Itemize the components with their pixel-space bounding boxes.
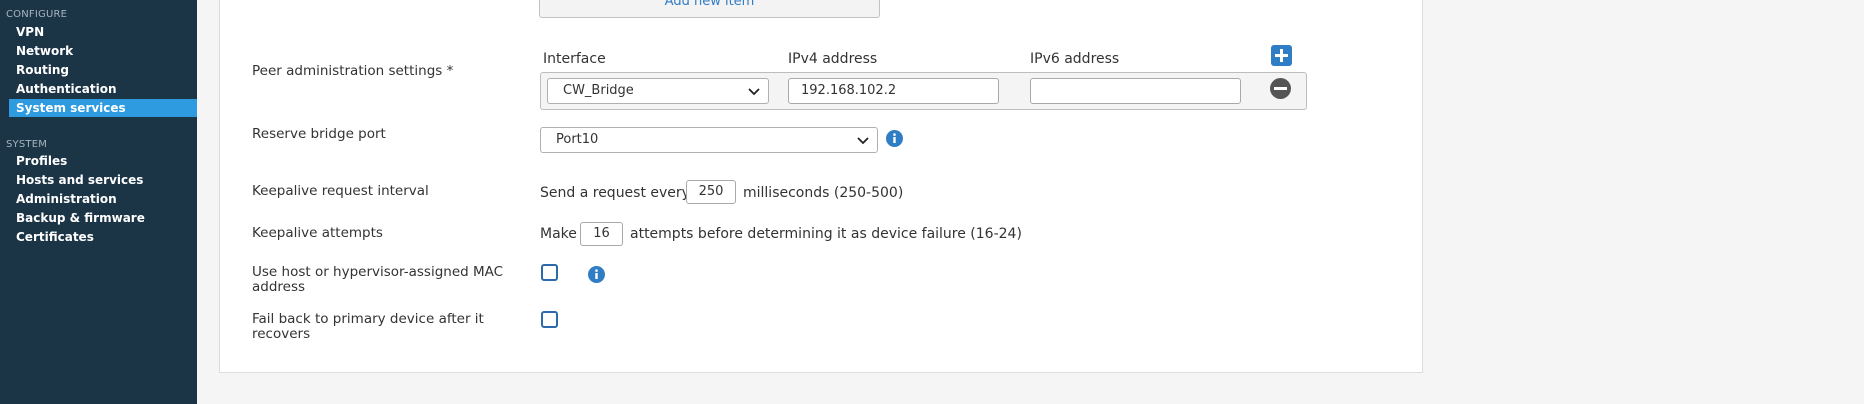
ipv4-address-input[interactable]: 192.168.102.2 [788, 78, 999, 104]
sidebar-item-certificates[interactable]: Certificates [9, 228, 197, 246]
use-mac-checkbox[interactable] [541, 264, 558, 281]
sidebar-item-profiles[interactable]: Profiles [9, 152, 197, 170]
ipv6-column-header: IPv6 address [1030, 51, 1120, 67]
keepalive-interval-suffix: milliseconds (250-500) [743, 185, 904, 201]
fail-back-label: Fail back to primary device after it rec… [252, 312, 484, 342]
remove-row-icon[interactable] [1270, 78, 1291, 99]
fail-back-checkbox[interactable] [541, 311, 558, 328]
add-row-icon[interactable] [1271, 45, 1292, 66]
interface-column-header: Interface [543, 51, 606, 67]
system-section-label: SYSTEM [6, 139, 48, 150]
sidebar-item-hosts-and-services[interactable]: Hosts and services [9, 171, 197, 189]
chevron-down-icon [748, 88, 760, 96]
keepalive-attempts-suffix: attempts before determining it as device… [630, 226, 1022, 242]
fail-back-label-line1: Fail back to primary device after it [252, 311, 484, 327]
info-icon[interactable] [588, 266, 605, 283]
sidebar: CONFIGURE VPN Network Routing Authentica… [0, 0, 197, 404]
add-new-item-button[interactable]: Add new item [539, 0, 880, 18]
sidebar-item-system-services[interactable]: System services [9, 99, 197, 117]
keepalive-interval-input[interactable]: 250 [686, 180, 736, 204]
reserve-bridge-port-select[interactable]: Port10 [540, 127, 878, 153]
configure-section-label: CONFIGURE [6, 9, 68, 20]
interface-select-value: CW_Bridge [563, 83, 634, 98]
use-mac-label-line2: address [252, 279, 306, 295]
peer-admin-label: Peer administration settings * [252, 63, 454, 79]
info-icon[interactable] [886, 130, 903, 147]
reserve-bridge-port-label: Reserve bridge port [252, 126, 386, 142]
chevron-down-icon [857, 137, 869, 145]
fail-back-label-line2: recovers [252, 326, 311, 342]
keepalive-interval-label: Keepalive request interval [252, 183, 429, 199]
keepalive-attempts-prefix: Make [540, 226, 577, 242]
sidebar-item-backup-firmware[interactable]: Backup & firmware [9, 209, 197, 227]
keepalive-interval-prefix: Send a request every [540, 185, 690, 201]
use-mac-label-line1: Use host or hypervisor-assigned MAC [252, 264, 504, 280]
interface-select[interactable]: CW_Bridge [547, 78, 769, 104]
sidebar-item-network[interactable]: Network [9, 42, 197, 60]
sidebar-item-routing[interactable]: Routing [9, 61, 197, 79]
use-mac-label: Use host or hypervisor-assigned MAC addr… [252, 265, 503, 295]
keepalive-attempts-input[interactable]: 16 [580, 222, 623, 246]
reserve-bridge-port-value: Port10 [556, 132, 599, 147]
sidebar-item-administration[interactable]: Administration [9, 190, 197, 208]
sidebar-item-authentication[interactable]: Authentication [9, 80, 197, 98]
sidebar-item-vpn[interactable]: VPN [9, 23, 197, 41]
ipv6-address-input[interactable] [1030, 78, 1241, 104]
keepalive-attempts-label: Keepalive attempts [252, 225, 383, 241]
ipv4-column-header: IPv4 address [788, 51, 878, 67]
